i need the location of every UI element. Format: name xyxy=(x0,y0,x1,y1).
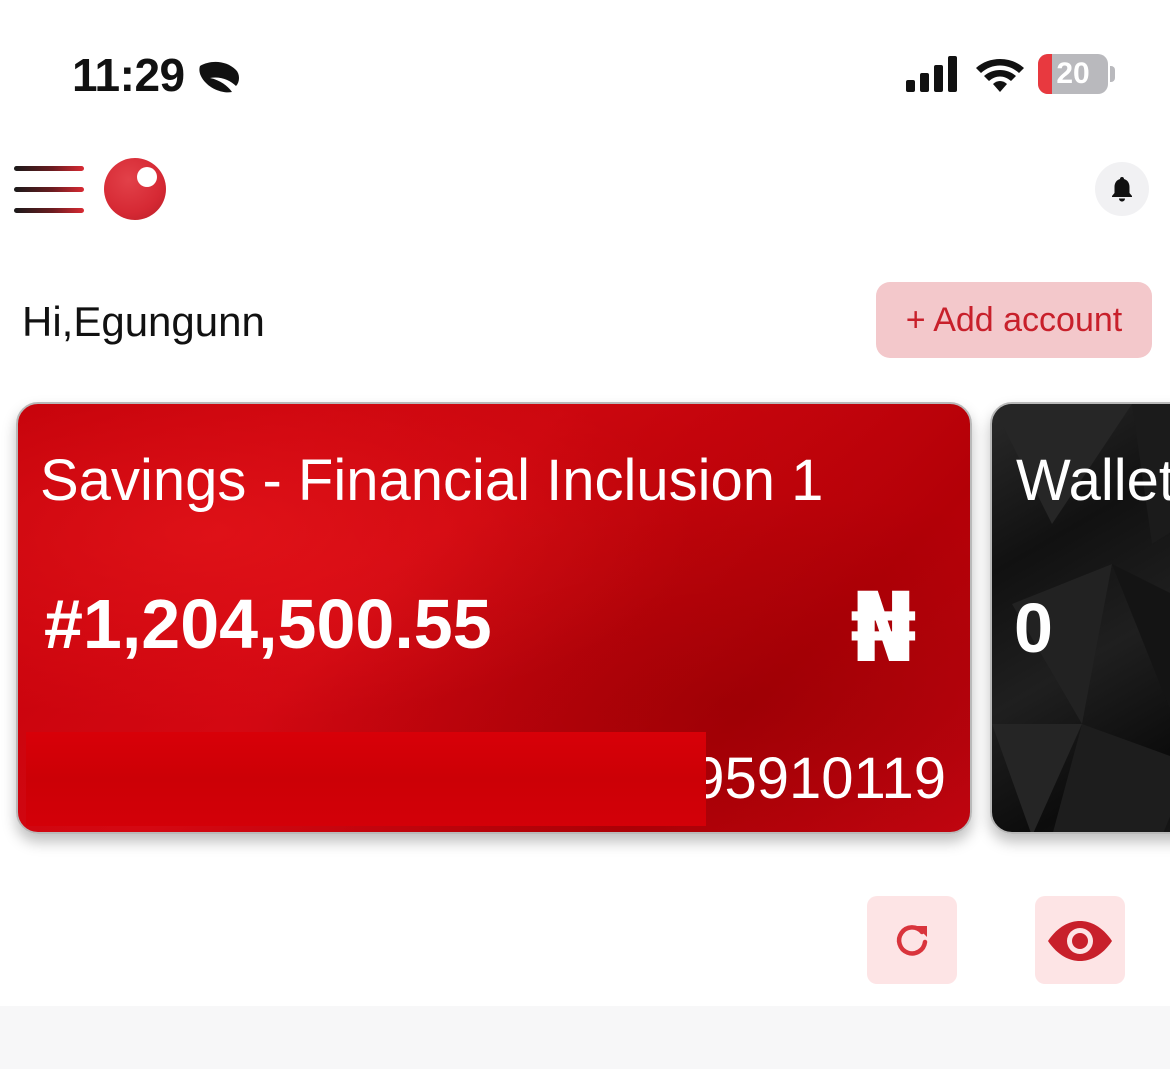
battery-icon: 20 xyxy=(1038,54,1108,94)
toggle-balance-visibility-button[interactable] xyxy=(1035,896,1125,984)
moon-leaf-icon xyxy=(199,61,239,93)
savings-account-card[interactable]: Savings - Financial Inclusion 1 #1,204,5… xyxy=(16,402,972,834)
cellular-signal-icon xyxy=(906,56,957,92)
wifi-icon xyxy=(976,59,1024,92)
greeting-text: Hi,Egungunn xyxy=(22,298,265,345)
brand-logo[interactable] xyxy=(104,158,166,220)
menu-line xyxy=(14,187,84,192)
naira-currency-icon: ₦ xyxy=(850,572,917,684)
refresh-button[interactable] xyxy=(867,896,957,984)
logo-dot xyxy=(137,167,157,187)
notification-button[interactable] xyxy=(1095,162,1149,216)
battery-level-text: 20 xyxy=(1056,57,1090,90)
account-balance: 0 xyxy=(1014,589,1053,667)
account-title: Savings - Financial Inclusion 1 xyxy=(40,448,824,513)
add-account-button[interactable]: + Add account xyxy=(876,282,1152,358)
menu-line xyxy=(14,208,84,213)
redaction-mask xyxy=(26,732,706,826)
battery-nub xyxy=(1110,66,1115,82)
menu-line xyxy=(14,166,84,171)
refresh-icon xyxy=(896,925,928,956)
eye-icon xyxy=(1048,921,1112,961)
hamburger-menu-icon[interactable] xyxy=(14,164,86,216)
account-balance: #1,204,500.55 xyxy=(44,585,492,663)
home-screen: 11:29 20 Hi,Egungunn + Add account Savin… xyxy=(0,0,1170,1069)
wallet-account-card[interactable]: Wallet 0 xyxy=(990,402,1170,834)
account-number: 95910119 xyxy=(692,746,946,811)
status-time: 11:29 xyxy=(72,49,185,101)
bottom-navigation-area xyxy=(0,1006,1170,1069)
bell-icon xyxy=(1112,177,1132,202)
account-title: Wallet xyxy=(1016,448,1170,513)
